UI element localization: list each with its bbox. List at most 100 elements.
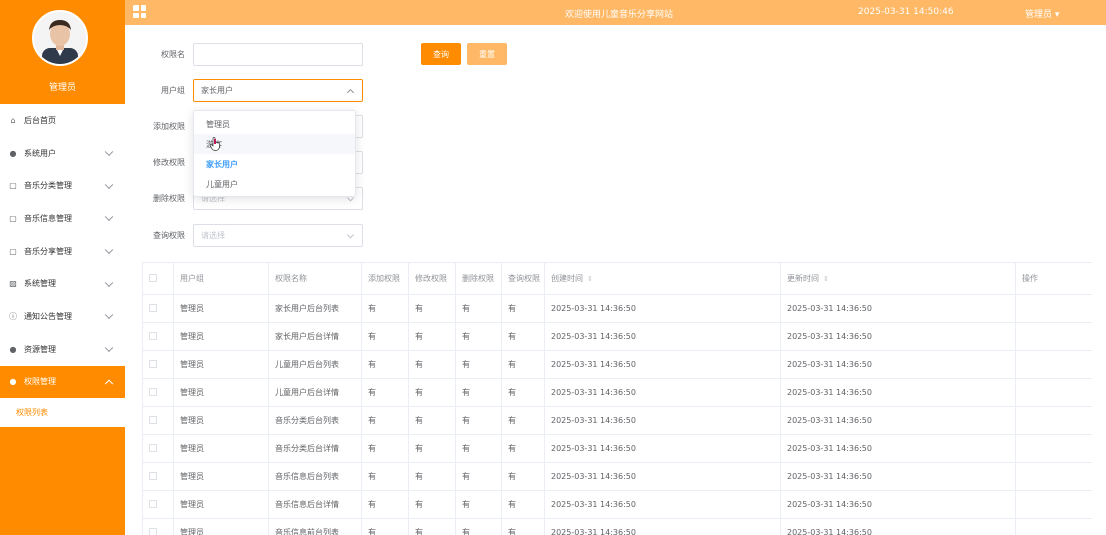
sidebar-item-1[interactable]: ● 系统用户 [0,137,125,170]
home-icon: ⌂ [10,115,16,125]
column-header: 修改权限 [408,262,456,295]
table-cell: 有 [501,322,545,351]
row-checkbox[interactable] [149,387,157,396]
scrollbar[interactable] [1092,25,1106,535]
sidebar-item-0[interactable]: ⌂ 后台首页 [0,104,125,137]
doc-icon: ▢ [9,181,17,191]
delete-permission-label: 删除权限 [153,194,185,203]
chevron-down-icon [346,230,355,239]
column-header-label: 修改权限 [415,274,447,283]
table-cell: 管理员 [173,518,269,535]
row-select-cell [142,322,174,351]
sidebar-item-label: 系统管理 [24,279,56,289]
table-header-row: 用户组 权限名称 添加权限 修改权限 删除权限 查询权限 创建时间 ⇕ 更新时间 ⇕ 操作 [142,262,1093,295]
sort-icon[interactable]: ⇕ [823,275,829,283]
datetime-display: 2025-03-31 14:50:46 [858,7,954,17]
info-icon: ⓘ [9,311,17,321]
table-cell: 2025-03-31 14:36:50 [544,294,781,323]
table-cell: 2025-03-31 14:36:50 [544,518,781,535]
dropdown-option[interactable]: 儿童用户 [194,174,355,194]
dropdown-option[interactable]: 管理员 [194,114,355,134]
edit-permission-label: 修改权限 [153,158,185,167]
sidebar-item-7[interactable]: ● 资源管理 [0,333,125,366]
table-row: 管理员 音乐分类后台列表有有有有 2025-03-31 14:36:50 2025-0… [142,406,1093,435]
column-header: 添加权限 [361,262,409,295]
table-cell: 有 [361,378,409,407]
sidebar-item-5[interactable]: ▨ 系统管理 [0,267,125,300]
row-select-cell [142,294,174,323]
top-header: 欢迎使用儿童音乐分享网站 2025-03-31 14:50:46 管理员 ▾ [125,0,1106,25]
select-all-checkbox[interactable] [149,273,157,282]
table-cell: 有 [361,490,409,519]
row-select-cell [142,518,174,535]
sort-icon[interactable]: ⇕ [587,275,593,283]
column-header[interactable]: 更新时间 ⇕ [780,262,1016,295]
doc-icon: ▢ [9,213,17,223]
dropdown-option[interactable]: 家长用户 [194,154,355,174]
table-cell: 有 [361,322,409,351]
column-header-label: 用户组 [180,274,204,283]
table-cell: 有 [408,378,456,407]
column-header[interactable]: 创建时间 ⇕ [544,262,781,295]
row-select-cell [142,462,174,491]
image-icon: ▨ [9,279,17,289]
table-row: 管理员 音乐信息后台详情有有有有 2025-03-31 14:36:50 2025-0… [142,490,1093,519]
form-row-user-group: 用户组 家长用户 [133,79,363,102]
row-checkbox[interactable] [149,443,157,452]
table-cell [1015,294,1093,323]
sidebar-item-6[interactable]: ⓘ 通知公告管理 [0,300,125,333]
table-cell: 有 [455,406,502,435]
table-cell: 有 [408,490,456,519]
avatar[interactable] [32,10,88,66]
query-permission-select[interactable]: 请选择 [193,224,363,247]
row-checkbox[interactable] [149,359,157,368]
user-group-select[interactable]: 家长用户 [193,79,363,102]
table-cell: 音乐分类后台列表 [268,406,362,435]
table-cell [1015,490,1093,519]
row-checkbox[interactable] [149,303,157,312]
table-cell: 有 [501,462,545,491]
row-checkbox[interactable] [149,499,157,508]
column-header-label: 创建时间 [551,274,583,283]
profile-name: 管理员 [48,83,76,93]
select-all-cell [142,262,174,295]
user-icon: ● [9,148,17,158]
sidebar-subitem-permission-list[interactable]: 权限列表 [0,398,125,428]
sidebar-item-8[interactable]: ● 权限管理 [0,365,125,399]
sidebar-item-4[interactable]: ▢ 音乐分享管理 [0,235,125,268]
row-checkbox[interactable] [149,331,157,340]
sidebar-item-2[interactable]: ▢ 音乐分类管理 [0,169,125,202]
profile-panel: 管理员 [0,0,125,104]
table-row: 管理员 音乐信息后台列表有有有有 2025-03-31 14:36:50 2025-0… [142,462,1093,491]
row-checkbox[interactable] [149,415,157,424]
table-row: 管理员 儿童用户后台列表有有有有 2025-03-31 14:36:50 2025-0… [142,350,1093,379]
table-cell: 2025-03-31 14:36:50 [780,518,1016,535]
row-checkbox[interactable] [149,471,157,480]
user-menu[interactable]: 管理员 ▾ [1025,7,1059,20]
sidebar: 管理员 ⌂ 后台首页 ● 系统用户 ▢ 音乐分类管理 ▢ 音乐信息管理 ▢ 音乐分享管理 ▨ 系统管理… [0,0,125,535]
search-button[interactable]: 查询 [421,43,461,65]
sidebar-item-label: 权限管理 [24,377,56,387]
table-cell: 儿童用户后台详情 [268,378,362,407]
column-header-label: 操作 [1022,274,1038,283]
table-cell: 管理员 [173,490,269,519]
sidebar-menu: ⌂ 后台首页 ● 系统用户 ▢ 音乐分类管理 ▢ 音乐信息管理 ▢ 音乐分享管理 ▨ 系统管理 ⓘ 通知公… [0,104,125,428]
grid-menu-icon[interactable] [133,5,146,18]
table-cell: 有 [455,350,502,379]
chevron-down-icon [104,311,114,320]
table-cell: 有 [501,518,545,535]
table-cell: 有 [455,378,502,407]
row-checkbox[interactable] [149,527,157,535]
table-cell [1015,322,1093,351]
sidebar-item-label: 通知公告管理 [24,311,72,321]
table-cell: 2025-03-31 14:36:50 [780,490,1016,519]
column-header: 用户组 [173,262,269,295]
table-cell [1015,350,1093,379]
column-header-label: 删除权限 [462,274,494,283]
permission-name-input[interactable] [193,43,363,66]
sidebar-item-3[interactable]: ▢ 音乐信息管理 [0,202,125,235]
form-row-query: 查询权限 请选择 [133,224,363,247]
table-cell: 2025-03-31 14:36:50 [780,350,1016,379]
reset-button[interactable]: 重置 [467,43,507,65]
column-header-label: 查询权限 [508,274,540,283]
